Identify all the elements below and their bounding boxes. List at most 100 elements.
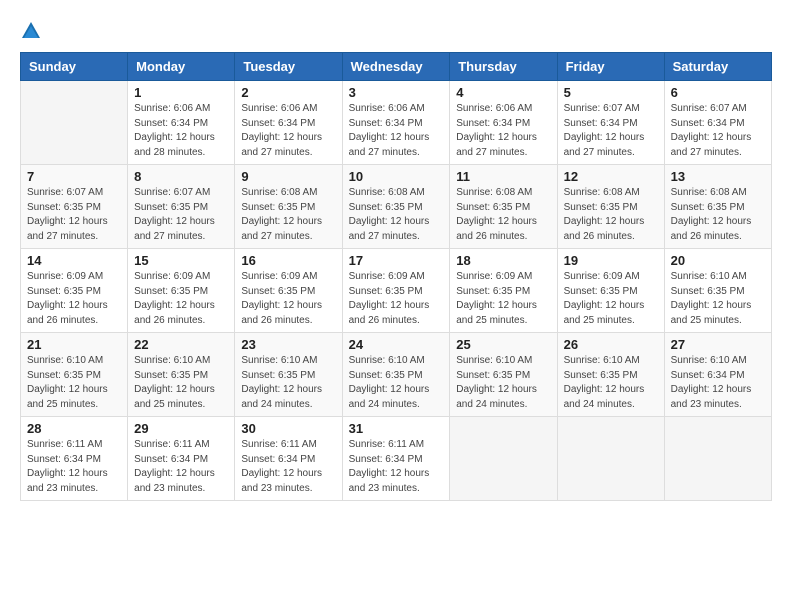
calendar-cell: 31 Sunrise: 6:11 AMSunset: 6:34 PMDayligh…: [342, 417, 450, 501]
day-number: 19: [564, 253, 658, 268]
calendar-cell: 4 Sunrise: 6:06 AMSunset: 6:34 PMDaylight…: [450, 81, 557, 165]
calendar-cell: 11 Sunrise: 6:08 AMSunset: 6:35 PMDayligh…: [450, 165, 557, 249]
day-info: Sunrise: 6:10 AMSunset: 6:35 PMDaylight:…: [241, 354, 335, 412]
calendar-cell: 26Sunrise: 6:10 AMSunset: 6:35 PMDayligh…: [557, 333, 664, 417]
calendar-cell: 5 Sunrise: 6:07 AMSunset: 6:34 PMDaylight…: [557, 81, 664, 165]
logo-icon: [20, 20, 42, 42]
day-number: 1: [134, 85, 228, 100]
day-info: Sunrise: 6:10 AMSunset: 6:35 PMDaylight:…: [671, 270, 765, 328]
weekday-header-sunday: Sunday: [21, 53, 128, 81]
day-info: Sunrise: 6:11 AMSunset: 6:34 PMDaylight:…: [27, 438, 121, 496]
calendar-table: SundayMondayTuesdayWednesdayThursdayFrid…: [20, 52, 772, 501]
day-info: Sunrise: 6:08 AMSunset: 6:35 PMDaylight:…: [671, 186, 765, 244]
day-number: 14: [27, 253, 121, 268]
day-number: 29: [134, 421, 228, 436]
day-number: 23: [241, 337, 335, 352]
calendar-week-row: 21 Sunrise: 6:10 AMSunset: 6:35 PMDayligh…: [21, 333, 772, 417]
calendar-cell: 25 Sunrise: 6:10 AMSunset: 6:35 PMDayligh…: [450, 333, 557, 417]
day-number: 5: [564, 85, 658, 100]
day-number: 7: [27, 169, 121, 184]
weekday-header-wednesday: Wednesday: [342, 53, 450, 81]
day-number: 30: [241, 421, 335, 436]
day-info: Sunrise: 6:09 AMSunset: 6:35 PMDaylight:…: [564, 270, 658, 328]
day-number: 11: [456, 169, 550, 184]
day-number: 15: [134, 253, 228, 268]
calendar-cell: 24 Sunrise: 6:10 AMSunset: 6:35 PMDayligh…: [342, 333, 450, 417]
day-info: Sunrise: 6:11 AMSunset: 6:34 PMDaylight:…: [349, 438, 444, 496]
day-info: Sunrise: 6:10 AMSunset: 6:34 PMDaylight:…: [671, 354, 765, 412]
day-info: Sunrise: 6:09 AMSunset: 6:35 PMDaylight:…: [456, 270, 550, 328]
calendar-week-row: 14 Sunrise: 6:09 AMSunset: 6:35 PMDayligh…: [21, 249, 772, 333]
day-info: Sunrise: 6:07 AMSunset: 6:34 PMDaylight:…: [671, 102, 765, 160]
calendar-cell: 16 Sunrise: 6:09 AMSunset: 6:35 PMDayligh…: [235, 249, 342, 333]
day-number: 18: [456, 253, 550, 268]
calendar-week-row: 28 Sunrise: 6:11 AMSunset: 6:34 PMDayligh…: [21, 417, 772, 501]
day-info: Sunrise: 6:08 AMSunset: 6:35 PMDaylight:…: [456, 186, 550, 244]
day-number: 27: [671, 337, 765, 352]
calendar-cell: 8 Sunrise: 6:07 AMSunset: 6:35 PMDaylight…: [128, 165, 235, 249]
calendar-cell: 18 Sunrise: 6:09 AMSunset: 6:35 PMDayligh…: [450, 249, 557, 333]
day-info: Sunrise: 6:09 AMSunset: 6:35 PMDaylight:…: [134, 270, 228, 328]
day-number: 4: [456, 85, 550, 100]
day-info: Sunrise: 6:08 AMSunset: 6:35 PMDaylight:…: [241, 186, 335, 244]
day-info: Sunrise: 6:06 AMSunset: 6:34 PMDaylight:…: [456, 102, 550, 160]
calendar-cell: 12 Sunrise: 6:08 AMSunset: 6:35 PMDayligh…: [557, 165, 664, 249]
day-info: Sunrise: 6:10 AMSunset: 6:35 PMDaylight:…: [349, 354, 444, 412]
calendar-cell: 21Sunrise: 6:10 AMSunset: 6:35 PMDayligh…: [21, 333, 128, 417]
day-number: 17: [349, 253, 444, 268]
day-number: 10: [349, 169, 444, 184]
day-info: Sunrise: 6:07 AMSunset: 6:34 PMDaylight:…: [564, 102, 658, 160]
day-info: Sunrise: 6:09 AMSunset: 6:35 PMDaylight:…: [27, 270, 121, 328]
day-info: Sunrise: 6:07 AMSunset: 6:35 PMDaylight:…: [27, 186, 121, 244]
calendar-cell: 29Sunrise: 6:11 AMSunset: 6:34 PMDayligh…: [128, 417, 235, 501]
weekday-header-thursday: Thursday: [450, 53, 557, 81]
calendar-cell: 7 Sunrise: 6:07 AMSunset: 6:35 PMDaylight…: [21, 165, 128, 249]
calendar-cell: 14 Sunrise: 6:09 AMSunset: 6:35 PMDayligh…: [21, 249, 128, 333]
calendar-cell: 30 Sunrise: 6:11 AMSunset: 6:34 PMDayligh…: [235, 417, 342, 501]
day-number: 22: [134, 337, 228, 352]
calendar-cell: 17 Sunrise: 6:09 AMSunset: 6:35 PMDayligh…: [342, 249, 450, 333]
day-info: Sunrise: 6:09 AMSunset: 6:35 PMDaylight:…: [349, 270, 444, 328]
calendar-cell: 20 Sunrise: 6:10 AMSunset: 6:35 PMDayligh…: [664, 249, 771, 333]
day-number: 28: [27, 421, 121, 436]
day-number: 6: [671, 85, 765, 100]
day-info: Sunrise: 6:11 AMSunset: 6:34 PMDaylight:…: [241, 438, 335, 496]
day-info: Sunrise: 6:10 AMSunset: 6:35 PMDaylight:…: [134, 354, 228, 412]
calendar-cell: [21, 81, 128, 165]
day-number: 31: [349, 421, 444, 436]
day-info: Sunrise: 6:09 AMSunset: 6:35 PMDaylight:…: [241, 270, 335, 328]
day-number: 26: [564, 337, 658, 352]
calendar-cell: [450, 417, 557, 501]
calendar-week-row: 1 Sunrise: 6:06 AMSunset: 6:34 PMDaylight…: [21, 81, 772, 165]
day-info: Sunrise: 6:06 AMSunset: 6:34 PMDaylight:…: [241, 102, 335, 160]
day-info: Sunrise: 6:08 AMSunset: 6:35 PMDaylight:…: [349, 186, 444, 244]
day-number: 8: [134, 169, 228, 184]
day-number: 25: [456, 337, 550, 352]
weekday-header-saturday: Saturday: [664, 53, 771, 81]
calendar-cell: 27 Sunrise: 6:10 AMSunset: 6:34 PMDayligh…: [664, 333, 771, 417]
calendar-header-row: SundayMondayTuesdayWednesdayThursdayFrid…: [21, 53, 772, 81]
logo: [20, 20, 46, 42]
day-number: 20: [671, 253, 765, 268]
day-number: 13: [671, 169, 765, 184]
calendar-cell: 10 Sunrise: 6:08 AMSunset: 6:35 PMDayligh…: [342, 165, 450, 249]
calendar-week-row: 7 Sunrise: 6:07 AMSunset: 6:35 PMDaylight…: [21, 165, 772, 249]
day-info: Sunrise: 6:06 AMSunset: 6:34 PMDaylight:…: [134, 102, 228, 160]
calendar-cell: 9Sunrise: 6:08 AMSunset: 6:35 PMDaylight…: [235, 165, 342, 249]
calendar-cell: 28 Sunrise: 6:11 AMSunset: 6:34 PMDayligh…: [21, 417, 128, 501]
day-number: 24: [349, 337, 444, 352]
day-info: Sunrise: 6:10 AMSunset: 6:35 PMDaylight:…: [456, 354, 550, 412]
calendar-cell: 2Sunrise: 6:06 AMSunset: 6:34 PMDaylight…: [235, 81, 342, 165]
calendar-cell: 19 Sunrise: 6:09 AMSunset: 6:35 PMDayligh…: [557, 249, 664, 333]
calendar-cell: 22 Sunrise: 6:10 AMSunset: 6:35 PMDayligh…: [128, 333, 235, 417]
day-number: 16: [241, 253, 335, 268]
day-info: Sunrise: 6:08 AMSunset: 6:35 PMDaylight:…: [564, 186, 658, 244]
calendar-cell: 6 Sunrise: 6:07 AMSunset: 6:34 PMDaylight…: [664, 81, 771, 165]
day-number: 3: [349, 85, 444, 100]
weekday-header-tuesday: Tuesday: [235, 53, 342, 81]
day-info: Sunrise: 6:07 AMSunset: 6:35 PMDaylight:…: [134, 186, 228, 244]
day-number: 12: [564, 169, 658, 184]
calendar-cell: [557, 417, 664, 501]
calendar-cell: 13 Sunrise: 6:08 AMSunset: 6:35 PMDayligh…: [664, 165, 771, 249]
day-number: 21: [27, 337, 121, 352]
